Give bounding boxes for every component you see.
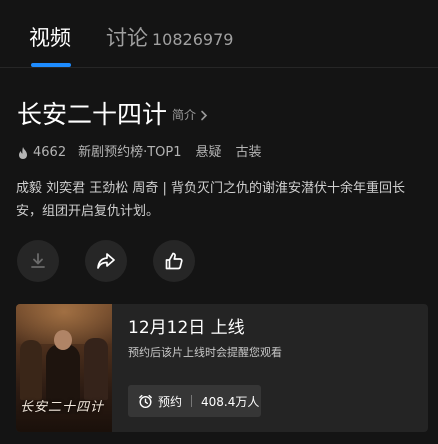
divider (191, 395, 193, 407)
show-title: 长安二十四计 (17, 100, 168, 129)
heat-value: 4662 (33, 145, 67, 160)
release-card: 长安二十四计 12月12日 上线 预约后该片上线时会提醒您观看 预约 408.4… (16, 304, 428, 432)
tab-video-label: 视频 (29, 26, 71, 50)
release-date: 12月12日 上线 (128, 318, 245, 338)
discuss-count: 10826979 (152, 30, 234, 49)
poster-image[interactable]: 长安二十四计 (16, 304, 112, 432)
reserve-label: 预约 (158, 394, 183, 409)
download-icon (31, 253, 45, 268)
poster-logo: 长安二十四计 (20, 400, 105, 415)
alarm-clock-icon (139, 394, 152, 408)
tab-discuss[interactable]: 讨论 10826979 (106, 24, 233, 54)
release-hint: 预约后该片上线时会提醒您观看 (128, 346, 282, 359)
share-button[interactable] (85, 240, 127, 282)
genre-tag[interactable]: 悬疑 (196, 144, 222, 162)
show-description: 成毅 刘奕君 王劲松 周奇 | 背负灭门之仇的谢淮安潜伏十余年重回长安，组团开启… (16, 181, 406, 219)
tab-bar: 视频 讨论 10826979 (0, 0, 438, 68)
chevron-right-icon (200, 108, 208, 126)
thumbs-up-icon (165, 252, 183, 270)
download-button[interactable] (17, 240, 59, 282)
show-meta: 4662 新剧预约榜·TOP1 悬疑 古装 (16, 144, 276, 162)
genre-tag[interactable]: 古装 (236, 144, 262, 162)
flame-icon (19, 147, 27, 159)
share-icon (97, 253, 115, 269)
like-button[interactable] (153, 240, 195, 282)
tab-discuss-label: 讨论 (106, 26, 148, 50)
active-tab-indicator (31, 63, 71, 67)
intro-link[interactable]: 简介 (172, 106, 208, 126)
reserve-count: 408.4万人 (201, 394, 260, 409)
intro-label: 简介 (172, 108, 197, 122)
tab-video[interactable]: 视频 (29, 24, 71, 52)
reserve-button[interactable]: 预约 408.4万人 (128, 385, 261, 417)
rank-badge[interactable]: 新剧预约榜·TOP1 (78, 144, 181, 162)
